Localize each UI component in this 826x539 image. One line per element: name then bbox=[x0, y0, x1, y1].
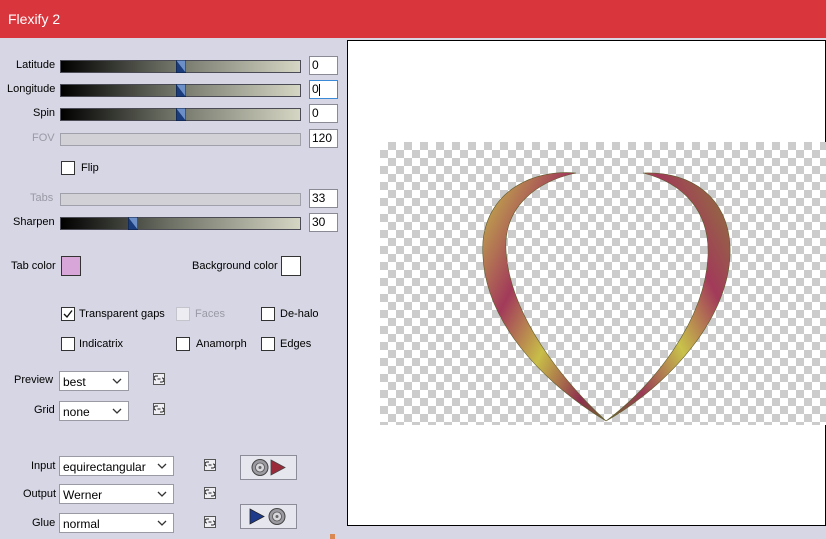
link-lock-icon[interactable] bbox=[204, 459, 216, 471]
input-dropdown[interactable]: equirectangular bbox=[59, 456, 174, 476]
output-label: Output bbox=[23, 488, 57, 500]
glue-dropdown[interactable]: normal bbox=[59, 513, 174, 533]
transparent-gaps-label: Transparent gaps bbox=[79, 308, 165, 320]
glue-value: normal bbox=[63, 517, 100, 531]
link-lock-icon[interactable] bbox=[153, 403, 165, 415]
longitude-value: 0 bbox=[312, 82, 319, 96]
link-lock-icon[interactable] bbox=[204, 487, 216, 499]
glue-label: Glue bbox=[32, 517, 56, 529]
output-dropdown[interactable]: Werner bbox=[59, 484, 174, 504]
chevron-down-icon bbox=[157, 520, 167, 526]
spin-slider[interactable] bbox=[60, 107, 301, 122]
tabs-value: 33 bbox=[312, 191, 326, 205]
edges-checkbox[interactable] bbox=[261, 337, 275, 351]
background-color-swatch[interactable] bbox=[281, 256, 301, 276]
spin-slider-thumb[interactable] bbox=[175, 107, 186, 122]
de-halo-label: De-halo bbox=[280, 308, 319, 320]
de-halo-checkbox[interactable] bbox=[261, 307, 275, 321]
resize-marker bbox=[330, 534, 335, 539]
grid-dropdown[interactable]: none bbox=[59, 401, 129, 421]
flip-label: Flip bbox=[81, 162, 99, 174]
heart-preview-image bbox=[482, 172, 731, 422]
preview-label: Preview bbox=[14, 374, 54, 386]
grid-label: Grid bbox=[34, 404, 55, 416]
fov-label: FOV bbox=[32, 132, 55, 144]
output-value: Werner bbox=[63, 488, 103, 502]
chevron-down-icon bbox=[112, 408, 122, 414]
window-title: Flexify 2 bbox=[8, 11, 61, 27]
background-color-label: Background color bbox=[192, 260, 278, 272]
chevron-down-icon bbox=[112, 378, 122, 384]
longitude-slider-thumb[interactable] bbox=[175, 83, 186, 98]
longitude-label: Longitude bbox=[7, 83, 56, 95]
latitude-value-field[interactable]: 0 bbox=[309, 56, 338, 75]
spin-value-field[interactable]: 0 bbox=[309, 104, 338, 123]
tab-color-swatch[interactable] bbox=[61, 256, 81, 276]
longitude-value-field[interactable]: 0 bbox=[309, 80, 338, 99]
faces-label: Faces bbox=[195, 308, 225, 320]
sharpen-value: 30 bbox=[312, 215, 326, 229]
arrow-globe-icon bbox=[249, 508, 286, 525]
anamorph-label: Anamorph bbox=[196, 338, 247, 350]
text-caret bbox=[318, 83, 320, 96]
checkmark-icon bbox=[63, 310, 73, 319]
spin-value: 0 bbox=[312, 106, 319, 120]
globe-arrow-right-icon bbox=[251, 459, 286, 476]
latitude-slider[interactable] bbox=[60, 59, 301, 74]
tabs-slider bbox=[60, 193, 301, 206]
chevron-down-icon bbox=[157, 491, 167, 497]
flip-checkbox[interactable] bbox=[61, 161, 75, 175]
preview-dropdown[interactable]: best bbox=[59, 371, 129, 391]
transparent-gaps-checkbox[interactable] bbox=[61, 307, 75, 321]
sharpen-label: Sharpen bbox=[13, 216, 55, 228]
preview-canvas[interactable] bbox=[347, 40, 826, 526]
anamorph-checkbox[interactable] bbox=[176, 337, 190, 351]
sharpen-value-field[interactable]: 30 bbox=[309, 213, 338, 232]
indicatrix-checkbox[interactable] bbox=[61, 337, 75, 351]
input-label: Input bbox=[31, 460, 56, 472]
link-lock-icon[interactable] bbox=[153, 373, 165, 385]
tab-color-label: Tab color bbox=[11, 260, 56, 272]
sharpen-slider[interactable] bbox=[60, 216, 301, 231]
longitude-slider[interactable] bbox=[60, 83, 301, 98]
indicatrix-label: Indicatrix bbox=[79, 338, 124, 350]
output-preview-button[interactable] bbox=[240, 504, 297, 529]
preview-value: best bbox=[63, 375, 86, 389]
fov-value: 120 bbox=[312, 131, 333, 145]
fov-slider bbox=[60, 133, 301, 146]
sharpen-slider-thumb[interactable] bbox=[127, 216, 139, 231]
chevron-down-icon bbox=[157, 462, 167, 470]
tabs-value-field[interactable]: 33 bbox=[309, 189, 338, 208]
tabs-label: Tabs bbox=[30, 192, 54, 204]
title-bar: Flexify 2 bbox=[0, 0, 826, 38]
fov-value-field[interactable]: 120 bbox=[309, 129, 338, 148]
latitude-value: 0 bbox=[312, 58, 319, 72]
input-value: equirectangular bbox=[63, 460, 146, 474]
latitude-label: Latitude bbox=[16, 59, 56, 71]
spin-label: Spin bbox=[33, 107, 56, 119]
latitude-slider-thumb[interactable] bbox=[175, 59, 186, 74]
input-preview-button[interactable] bbox=[240, 455, 297, 480]
faces-checkbox[interactable] bbox=[176, 307, 190, 321]
edges-label: Edges bbox=[280, 338, 312, 350]
grid-value: none bbox=[63, 405, 90, 419]
link-lock-icon[interactable] bbox=[204, 516, 216, 528]
